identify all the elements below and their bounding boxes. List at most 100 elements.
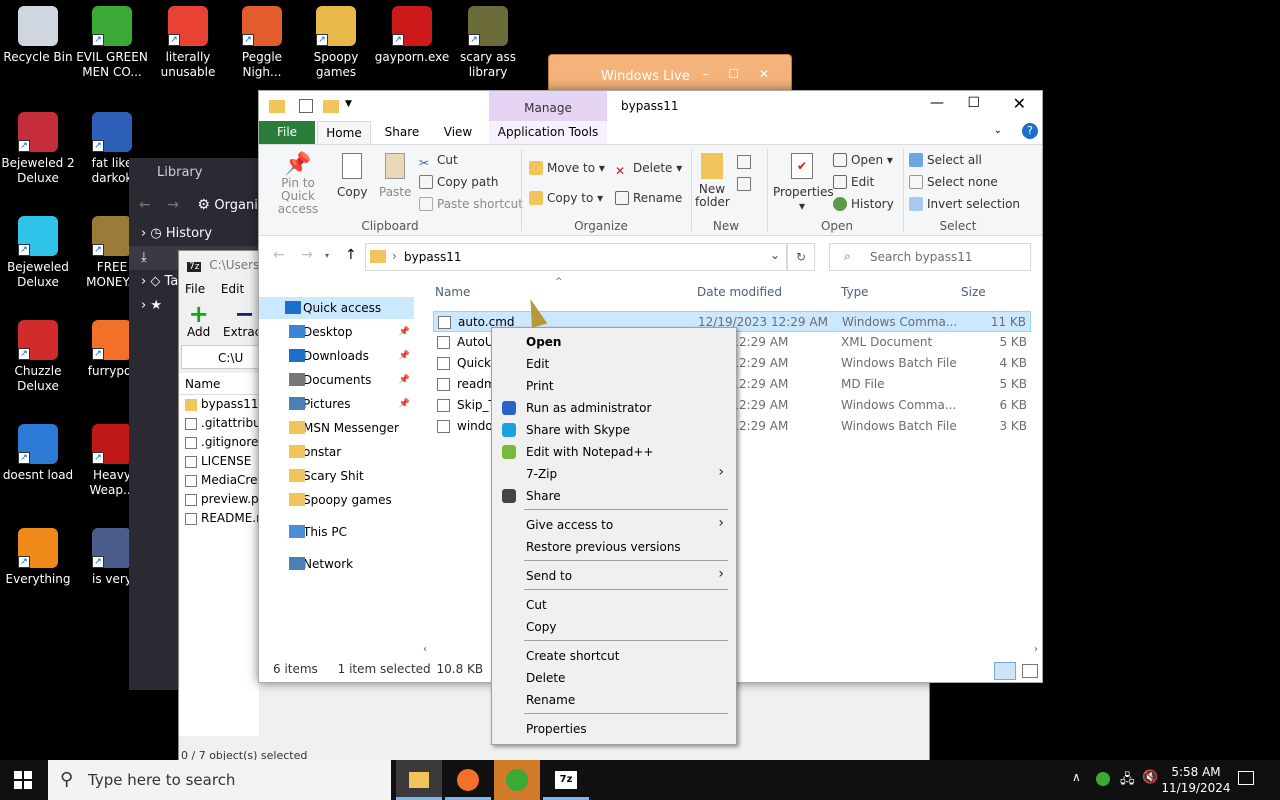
7zip-file-row[interactable]: README.m [179,509,259,528]
history-button[interactable]: History [833,197,894,211]
7zip-file-row[interactable]: .gitignore [179,433,259,452]
menu-item-open[interactable]: Open [526,331,561,353]
menu-edit[interactable]: Edit [221,282,244,296]
taskbar-msn-button[interactable] [494,760,540,800]
select-none-button[interactable]: Select none [909,175,998,189]
menu-item-give-access-to[interactable]: Give access to [526,514,613,536]
desktop-icon[interactable]: ↗ EVIL GREEN MEN CO... [74,6,150,80]
network-icon[interactable]: 🖧 [1120,770,1135,792]
edit-button[interactable]: Edit [833,175,874,189]
paste-shortcut-button[interactable]: Paste shortcut [419,197,523,211]
menu-item-edit-with-notepad-[interactable]: Edit with Notepad++ [526,441,653,463]
taskbar-search-input[interactable]: ⚲ Type here to search [48,760,391,800]
qat-dropdown-icon[interactable]: ▼ [345,99,352,109]
volume-muted-icon[interactable]: 🔇 [1142,770,1158,785]
copy-path-button[interactable]: Copy path [419,175,499,189]
windows-live-window[interactable]: Windows Live – ☐ ✕ [548,54,792,94]
properties-qat-icon[interactable] [299,99,313,113]
col-date[interactable]: Date modified [697,281,782,303]
col-type[interactable]: Type [841,281,869,303]
tab-view[interactable]: View [431,121,485,144]
copy-to-button[interactable]: Copy to ▾ [529,191,603,205]
menu-item-send-to[interactable]: Send to [526,565,572,587]
details-view-button[interactable] [994,662,1016,680]
menu-item-run-as-administrator[interactable]: Run as administrator [526,397,651,419]
forward-icon[interactable]: → [167,197,179,213]
menu-file[interactable]: File [185,282,205,296]
organize-button[interactable]: Organi [214,198,257,213]
close-button[interactable]: ✕ [1013,94,1026,113]
nav-item[interactable]: Quick access [259,297,414,319]
nav-item[interactable]: MSN Messenger [259,417,414,439]
desktop-icon[interactable]: ↗ scary ass library [450,6,526,80]
tab-home[interactable]: Home [317,121,371,144]
move-to-button[interactable]: Move to ▾ [529,161,605,175]
menu-item-cut[interactable]: Cut [526,594,547,616]
easy-access-icon[interactable] [737,177,751,191]
recent-dropdown-icon[interactable]: ▾ [325,251,329,260]
maximize-button[interactable]: ☐ [967,95,980,111]
notifications-icon[interactable] [1238,771,1254,785]
new-item-icon[interactable] [737,155,751,169]
menu-item-share-with-skype[interactable]: Share with Skype [526,419,630,441]
nav-item[interactable]: Scary Shit [259,465,414,487]
7zip-col-name[interactable]: Name [179,373,259,395]
rename-button[interactable]: Rename [615,191,682,205]
desktop-icon[interactable]: ↗ Bejeweled Deluxe [0,216,76,290]
pin-quick-access-button[interactable]: 📌 Pin to Quick access [265,153,331,216]
desktop-icon[interactable]: ↗ Peggle Nigh... [224,6,300,80]
cut-button[interactable]: ✂ Cut [419,153,458,170]
select-all-button[interactable]: Select all [909,153,982,167]
7zip-address[interactable]: C:\U [181,345,259,369]
menu-item-restore-previous-versions[interactable]: Restore previous versions [526,536,681,558]
add-button[interactable]: + Add [187,302,210,339]
menu-item-copy[interactable]: Copy [526,616,556,638]
7zip-file-row[interactable]: LICENSE [179,452,259,471]
show-hidden-icons[interactable]: ∧ [1072,770,1081,784]
delete-button[interactable]: ✕ Delete ▾ [615,161,682,178]
desktop-icon[interactable]: ↗ Bejeweled 2 Deluxe [0,112,76,186]
menu-item-rename[interactable]: Rename [526,689,575,711]
7zip-file-row[interactable]: preview.pr [179,490,259,509]
open-button[interactable]: Open ▾ [833,153,893,167]
menu-item-print[interactable]: Print [526,375,554,397]
nav-item[interactable]: Desktop 📌 [259,321,414,343]
nav-item[interactable]: onstar [259,441,414,463]
up-button[interactable]: ↑ [345,247,357,263]
context-menu[interactable]: Open Edit Print Run as administrator Share w… [491,327,737,745]
new-folder-button[interactable]: New folder [695,153,730,209]
desktop-icon[interactable]: ↗ literally unusable [150,6,226,80]
properties-button[interactable]: ✔ Properties ▾ [773,153,834,213]
copy-button[interactable]: Copy [337,153,367,199]
nav-item[interactable]: Documents 📌 [259,369,414,391]
tab-file[interactable]: File [259,121,315,144]
start-button[interactable] [14,771,32,789]
msn-tray-icon[interactable] [1096,772,1110,786]
help-icon[interactable]: ? [1022,123,1038,139]
library-history[interactable]: › ◷ History [129,222,269,246]
back-button[interactable]: ← [273,247,285,263]
window-controls[interactable]: – ☐ ✕ [703,67,777,81]
paste-button[interactable]: Paste [379,153,411,199]
taskbar-explorer-button[interactable] [396,760,442,800]
taskbar-7zip-button[interactable]: 7z [543,760,589,800]
nav-item[interactable]: Spoopy games [259,489,414,511]
nav-item[interactable]: Network [259,553,414,575]
desktop-icon[interactable]: ↗ Everything [0,528,76,587]
desktop-icon[interactable]: ↗ doesnt load [0,424,76,483]
7zip-file-row[interactable]: MediaCrea [179,471,259,490]
menu-item-create-shortcut[interactable]: Create shortcut [526,645,619,667]
menu-item-share[interactable]: Share [526,485,561,507]
address-dropdown-icon[interactable]: ⌄ [770,248,780,262]
address-bar[interactable]: › bypass11 ⌄ [365,243,787,271]
desktop-icon[interactable]: Recycle Bin [0,6,76,65]
col-name[interactable]: Name [435,281,470,303]
menu-item-delete[interactable]: Delete [526,667,565,689]
gear-icon[interactable]: ⚙ [197,197,210,213]
invert-selection-button[interactable]: Invert selection [909,197,1020,211]
minimize-button[interactable]: — [930,95,944,111]
7zip-file-row[interactable]: bypass11 [179,395,259,414]
clock[interactable]: 5:58 AM 11/19/2024 [1160,764,1232,796]
tab-application-tools[interactable]: Application Tools [489,121,607,144]
desktop-icon[interactable]: ↗ Chuzzle Deluxe [0,320,76,394]
